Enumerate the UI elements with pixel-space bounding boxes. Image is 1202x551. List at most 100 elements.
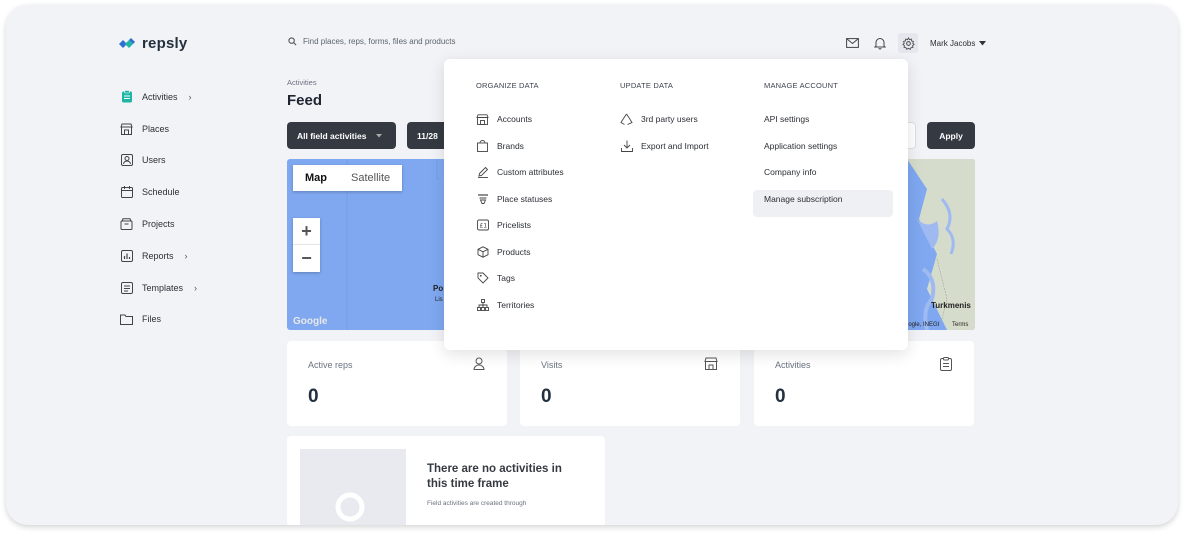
calendar-icon bbox=[120, 186, 133, 199]
user-menu[interactable]: Mark Jacobs bbox=[930, 39, 987, 48]
map-type-satellite[interactable]: Satellite bbox=[339, 165, 402, 191]
menu-item-tags[interactable]: Tags bbox=[476, 271, 515, 285]
sidebar-item-reports[interactable]: Reports › bbox=[120, 240, 197, 272]
user-icon bbox=[473, 357, 485, 375]
tag-icon bbox=[476, 272, 489, 285]
stat-card-active-reps: Active reps 0 bbox=[287, 341, 507, 426]
sidebar-item-label: Places bbox=[142, 123, 170, 134]
menu-item-application-settings[interactable]: Application settings bbox=[764, 139, 837, 153]
menu-item-export-import[interactable]: Export and Import bbox=[620, 139, 709, 153]
chevron-right-icon: › bbox=[184, 250, 188, 261]
user-icon bbox=[120, 154, 133, 167]
map-type-map[interactable]: Map bbox=[293, 165, 339, 191]
app-window: repsly Find places, reps, forms, files a… bbox=[6, 5, 1178, 525]
clipboard-icon bbox=[120, 90, 133, 103]
settings-menu: ORGANIZE DATA UPDATE DATA MANAGE ACCOUNT… bbox=[444, 59, 908, 350]
google-logo: Google bbox=[293, 316, 328, 327]
zoom-out-button[interactable]: − bbox=[293, 245, 320, 272]
brand-logo[interactable]: repsly bbox=[118, 35, 187, 52]
stat-card-visits: Visits 0 bbox=[520, 341, 740, 426]
menu-item-label: Accounts bbox=[497, 114, 532, 124]
menu-item-accounts[interactable]: Accounts bbox=[476, 112, 532, 126]
menu-item-label: Territories bbox=[497, 300, 535, 310]
sidebar-item-projects[interactable]: Projects bbox=[120, 208, 197, 240]
top-actions: Mark Jacobs bbox=[842, 33, 987, 53]
settings-button[interactable] bbox=[898, 33, 918, 53]
sidebar-item-label: Files bbox=[142, 314, 162, 325]
clipboard-icon bbox=[940, 357, 952, 376]
stat-value: 0 bbox=[775, 386, 786, 407]
mail-button[interactable] bbox=[842, 33, 862, 53]
stat-label: Activities bbox=[775, 360, 811, 370]
menu-item-products[interactable]: Products bbox=[476, 245, 531, 259]
breadcrumb[interactable]: Activities bbox=[287, 78, 317, 87]
menu-item-label: Products bbox=[497, 247, 531, 257]
menu-item-3rd-party-users[interactable]: 3rd party users bbox=[620, 112, 698, 126]
status-icon bbox=[476, 193, 489, 206]
search-icon bbox=[288, 37, 297, 46]
repsly-logo-icon bbox=[119, 37, 135, 48]
activity-filter-label: All field activities bbox=[297, 130, 367, 141]
zoom-controls: + − bbox=[293, 218, 320, 272]
mail-icon bbox=[845, 38, 859, 48]
sidebar-item-label: Templates bbox=[142, 282, 184, 293]
zoom-in-button[interactable]: + bbox=[293, 218, 320, 245]
sidebar-item-schedule[interactable]: Schedule bbox=[120, 176, 197, 208]
pricelist-icon: £1 bbox=[476, 219, 489, 232]
sidebar-item-label: Reports bbox=[142, 250, 174, 261]
global-search[interactable]: Find places, reps, forms, files and prod… bbox=[288, 37, 456, 46]
map-attribution: oogle, INEGI bbox=[905, 322, 940, 328]
apply-label: Apply bbox=[939, 130, 963, 141]
search-input[interactable]: Find places, reps, forms, files and prod… bbox=[303, 37, 456, 46]
activity-filter-dropdown[interactable]: All field activities bbox=[287, 122, 396, 149]
map-label: Lis bbox=[435, 297, 443, 303]
menu-heading-manage: MANAGE ACCOUNT bbox=[764, 81, 839, 90]
template-icon bbox=[120, 281, 133, 294]
menu-item-label: Application settings bbox=[764, 141, 838, 151]
menu-item-company-info[interactable]: Company info bbox=[764, 165, 816, 179]
menu-item-label: Export and Import bbox=[641, 141, 709, 151]
menu-item-custom-attributes[interactable]: Custom attributes bbox=[476, 165, 564, 179]
date-range-label: 11/28 bbox=[417, 130, 438, 141]
apply-button[interactable]: Apply bbox=[927, 122, 975, 149]
menu-item-label: Pricelists bbox=[497, 220, 532, 230]
sidebar-item-label: Activities bbox=[142, 91, 178, 102]
menu-item-label: API settings bbox=[764, 114, 810, 124]
cube-icon bbox=[476, 246, 489, 259]
caret-down-icon bbox=[979, 40, 987, 45]
folder-icon bbox=[120, 313, 133, 326]
map-label: Turkmenis bbox=[931, 301, 971, 310]
sidebar-item-label: Users bbox=[142, 155, 166, 166]
store-icon bbox=[704, 357, 718, 375]
empty-state-illustration bbox=[300, 449, 406, 525]
magnifier-icon bbox=[335, 492, 365, 522]
pencil-icon bbox=[476, 166, 489, 179]
stat-value: 0 bbox=[308, 386, 319, 407]
menu-item-brands[interactable]: Brands bbox=[476, 139, 524, 153]
empty-state-title: There are no activities in this time fra… bbox=[427, 463, 562, 490]
menu-item-place-statuses[interactable]: Place statuses bbox=[476, 192, 552, 206]
box-icon bbox=[120, 218, 133, 231]
notifications-button[interactable] bbox=[870, 33, 890, 53]
bag-icon bbox=[476, 140, 489, 153]
map-terms-link[interactable]: Terms bbox=[952, 322, 968, 328]
sidebar-item-activities[interactable]: Activities › bbox=[120, 81, 197, 113]
menu-heading-update: UPDATE DATA bbox=[620, 81, 674, 90]
sidebar-item-files[interactable]: Files bbox=[120, 304, 197, 336]
store-icon bbox=[120, 122, 133, 135]
map-label: Po bbox=[433, 284, 444, 293]
menu-item-api-settings[interactable]: API settings bbox=[764, 112, 809, 126]
recycle-icon bbox=[620, 113, 633, 126]
caret-down-icon bbox=[376, 133, 383, 137]
menu-item-label: Tags bbox=[497, 273, 515, 283]
menu-item-label: 3rd party users bbox=[641, 114, 698, 124]
menu-item-pricelists[interactable]: £1 Pricelists bbox=[476, 218, 531, 232]
sidebar-item-users[interactable]: Users bbox=[120, 145, 197, 177]
menu-item-label: Brands bbox=[497, 141, 524, 151]
sidebar-item-templates[interactable]: Templates › bbox=[120, 272, 197, 304]
sidebar-item-places[interactable]: Places bbox=[120, 113, 197, 145]
menu-item-territories[interactable]: Territories bbox=[476, 298, 534, 312]
stat-value: 0 bbox=[541, 386, 552, 407]
bell-icon bbox=[874, 37, 886, 49]
menu-item-manage-subscription[interactable]: Manage subscription bbox=[764, 192, 842, 206]
